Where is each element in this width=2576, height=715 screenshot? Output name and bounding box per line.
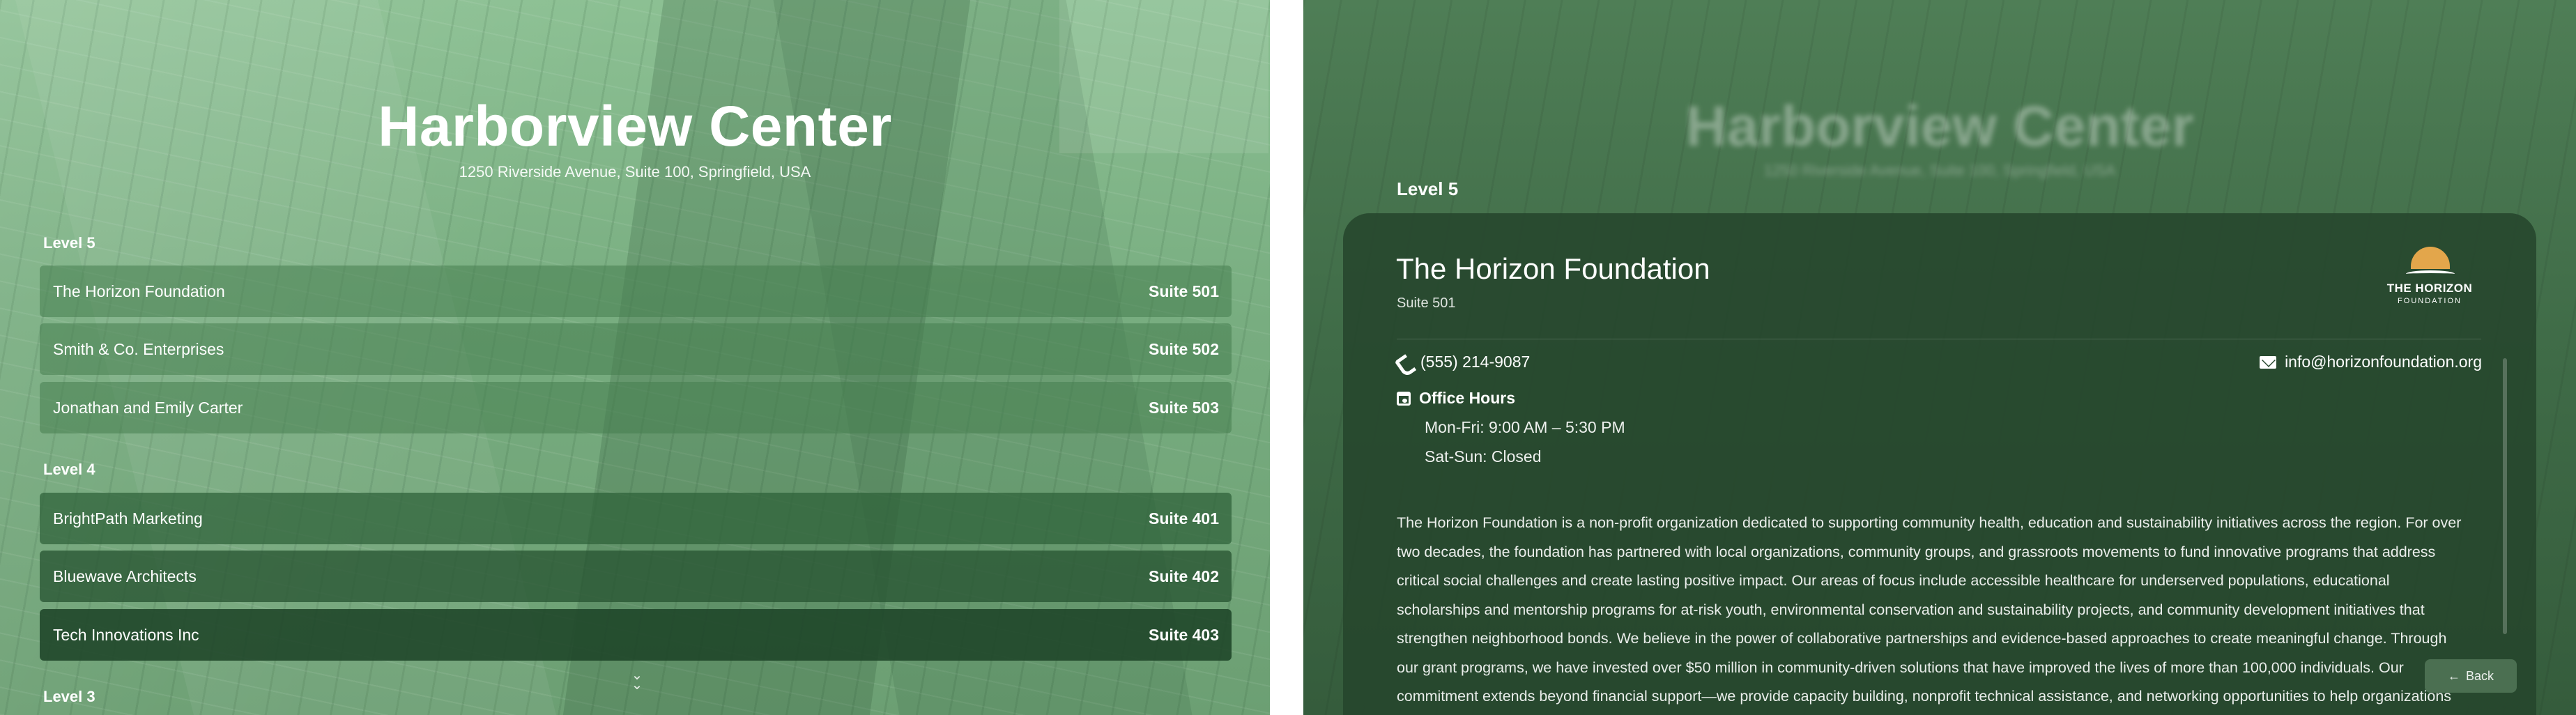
office-hours-label: Office Hours (1419, 389, 1516, 407)
level-heading: Level 5 (43, 234, 95, 252)
entry-name: Bluewave Architects (53, 567, 197, 585)
entry-suite: Suite 501 (1149, 282, 1219, 300)
tenant-detail-card: The Horizon Foundation Suite 501 THE HOR… (1343, 213, 2536, 715)
directory-entry[interactable]: Tech Innovations Inc Suite 403 (40, 609, 1232, 661)
arrow-left-icon: ← (2447, 668, 2460, 683)
level-heading: Level 5 (1397, 178, 1459, 199)
detail-screen: Harborview Center 1250 Riverside Avenue,… (1303, 0, 2576, 715)
building-title: Harborview Center (378, 95, 892, 158)
entry-suite: Suite 401 (1149, 509, 1219, 528)
blurred-building-header: Harborview Center 1250 Riverside Avenue,… (1303, 92, 2576, 180)
entry-name: Smith & Co. Enterprises (53, 339, 224, 358)
entry-suite: Suite 503 (1149, 398, 1219, 417)
logo-line1: THE HORIZON (2386, 282, 2473, 295)
back-label: Back (2465, 668, 2494, 683)
building-header: Harborview Center 1250 Riverside Avenue,… (0, 92, 1270, 181)
directory-screen: Harborview Center 1250 Riverside Avenue,… (0, 0, 1270, 715)
horizon-foundation-logo: THE HORIZON FOUNDATION (2381, 247, 2478, 312)
calendar-icon (1397, 391, 1411, 406)
hours-weekend: Sat-Sun: Closed (1425, 447, 1542, 466)
email-contact[interactable]: info@horizonfoundation.org (2260, 353, 2482, 371)
email-address: info@horizonfoundation.org (2285, 353, 2482, 371)
level-heading: Level 3 (43, 688, 95, 705)
building-address: 1250 Riverside Avenue, Suite 100, Spring… (459, 163, 811, 180)
entry-name: Jonathan and Emily Carter (53, 398, 243, 417)
envelope-icon (2260, 355, 2277, 369)
building-title: Harborview Center (1685, 95, 2194, 158)
tenant-description: The Horizon Foundation is a non-profit o… (1397, 514, 2462, 705)
phone-contact[interactable]: (555) 214-9087 (1397, 353, 1530, 371)
hours-weekday: Mon-Fri: 9:00 AM – 5:30 PM (1425, 418, 1625, 436)
phone-number: (555) 214-9087 (1420, 353, 1531, 371)
phone-icon (1397, 355, 1412, 370)
entry-name: BrightPath Marketing (53, 509, 203, 528)
entry-name: Tech Innovations Inc (53, 625, 199, 644)
tenant-name: The Horizon Foundation (1396, 252, 1710, 285)
scrollbar[interactable] (2503, 358, 2507, 634)
back-button[interactable]: ← Back (2425, 659, 2517, 693)
tenant-suite: Suite 501 (1397, 295, 1456, 311)
entry-name: The Horizon Foundation (53, 282, 225, 300)
wave-icon (2406, 270, 2455, 277)
directory-entry[interactable]: Bluewave Architects Suite 402 (40, 551, 1232, 602)
sun-icon (2411, 247, 2450, 269)
directory-entry[interactable]: Smith & Co. Enterprises Suite 502 (40, 323, 1232, 375)
entry-suite: Suite 502 (1149, 339, 1219, 358)
chevron-down-icon[interactable]: ⌄ ⌄ (630, 668, 644, 694)
building-address: 1250 Riverside Avenue, Suite 100, Spring… (1763, 162, 2116, 179)
entry-suite: Suite 402 (1149, 567, 1219, 585)
directory-entry[interactable]: Jonathan and Emily Carter Suite 503 (40, 382, 1232, 433)
level-heading: Level 4 (43, 461, 95, 478)
entry-suite: Suite 403 (1149, 625, 1219, 644)
office-hours-heading: Office Hours (1397, 389, 1515, 408)
logo-line2: FOUNDATION (2398, 297, 2462, 305)
directory-entry[interactable]: The Horizon Foundation Suite 501 (40, 266, 1232, 317)
directory-entry[interactable]: BrightPath Marketing Suite 401 (40, 493, 1232, 544)
